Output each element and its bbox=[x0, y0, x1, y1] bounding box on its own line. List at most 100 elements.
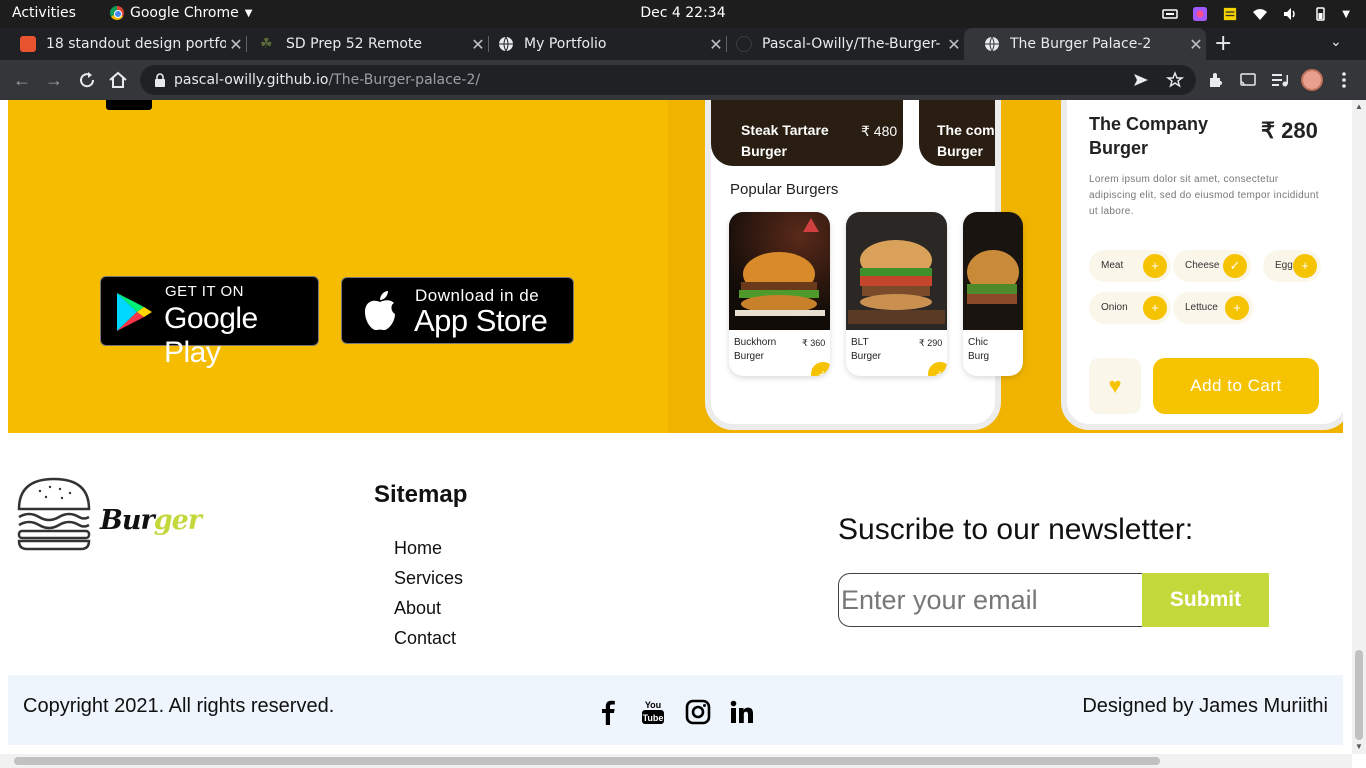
globe-icon bbox=[985, 36, 999, 52]
tab-burger-palace[interactable]: The Burger Palace-2 ✕ bbox=[964, 28, 1206, 60]
add-icon: + bbox=[1225, 296, 1249, 320]
site-logo[interactable]: Burger bbox=[16, 477, 202, 551]
lock-icon[interactable] bbox=[154, 73, 166, 87]
horizontal-scroll-thumb[interactable] bbox=[14, 757, 1160, 765]
sitemap-link-contact[interactable]: Contact bbox=[394, 628, 463, 658]
extensions-icon[interactable] bbox=[1206, 70, 1226, 90]
back-button[interactable]: ← bbox=[10, 68, 34, 92]
burger-price: ₹ 360 bbox=[802, 338, 826, 348]
chevron-down-icon: ▼ bbox=[1342, 8, 1350, 20]
burger-item-card[interactable]: Chic Burg bbox=[963, 212, 1023, 376]
linkedin-icon[interactable] bbox=[729, 699, 755, 725]
horizontal-scrollbar[interactable] bbox=[0, 754, 1352, 768]
popular-burgers-heading: Popular Burgers bbox=[730, 181, 839, 198]
heading-remnant bbox=[106, 100, 152, 110]
sitemap-link-about[interactable]: About bbox=[394, 598, 463, 628]
new-tab-button[interactable]: + bbox=[1214, 31, 1232, 56]
ingredient-chip-lettuce[interactable]: Lettuce + bbox=[1173, 292, 1253, 324]
newsletter-heading: Suscribe to our newsletter: bbox=[838, 513, 1194, 546]
google-play-small-text: GET IT ON bbox=[165, 283, 244, 300]
address-bar[interactable]: pascal-owilly.github.io/The-Burger-palac… bbox=[140, 65, 1196, 95]
burger-detail-price: ₹ 280 bbox=[1261, 118, 1318, 143]
media-control-icon[interactable] bbox=[1270, 70, 1290, 90]
app-promo-section: GET IT ON Google Play Download in de App… bbox=[8, 100, 1343, 433]
scroll-up-arrow[interactable]: ▲ bbox=[1355, 102, 1363, 111]
battery-icon bbox=[1316, 7, 1326, 21]
scroll-down-arrow[interactable]: ▼ bbox=[1355, 742, 1363, 751]
ingredient-chip-onion[interactable]: Onion + bbox=[1089, 292, 1171, 324]
burger-detail-description: Lorem ipsum dolor sit amet, consectetur … bbox=[1089, 174, 1319, 217]
svg-text:You: You bbox=[645, 700, 661, 710]
add-icon[interactable]: + bbox=[928, 362, 947, 376]
favorite-button[interactable]: ♥ bbox=[1089, 358, 1141, 414]
forward-button[interactable]: → bbox=[42, 68, 66, 92]
burger-item-card[interactable]: Buckhorn Burger ₹ 360 + bbox=[729, 212, 830, 376]
sitemap-link-home[interactable]: Home bbox=[394, 538, 463, 568]
google-play-icon bbox=[117, 293, 152, 331]
menu-icon[interactable] bbox=[1334, 70, 1354, 90]
tab-design-portfolios[interactable]: 18 standout design portfo ✕ bbox=[0, 28, 246, 60]
burger-photo bbox=[963, 212, 1023, 330]
add-icon[interactable]: + bbox=[811, 362, 830, 376]
notes-icon bbox=[1224, 7, 1237, 21]
ingredient-chip-egg[interactable]: Egg + bbox=[1263, 250, 1321, 282]
cast-icon[interactable] bbox=[1238, 70, 1258, 90]
card-price: ₹ 480 bbox=[861, 123, 898, 139]
phone-mockup-detail: The Company Burger ₹ 280 Lorem ipsum dol… bbox=[1061, 100, 1343, 430]
ingredient-chip-cheese[interactable]: Cheese ✓ bbox=[1173, 250, 1251, 282]
check-icon: ✓ bbox=[1223, 254, 1247, 278]
system-tray[interactable]: ▼ bbox=[1162, 4, 1350, 24]
featured-burger-card: Steak Tartare Burger ₹ 480 bbox=[711, 100, 903, 166]
star-icon[interactable] bbox=[1166, 71, 1184, 89]
reload-icon[interactable] bbox=[75, 68, 99, 92]
email-field[interactable] bbox=[838, 573, 1142, 627]
burger-photo bbox=[846, 212, 947, 330]
favicon-icon: ☘ bbox=[260, 36, 273, 52]
vertical-scroll-thumb[interactable] bbox=[1355, 650, 1363, 740]
github-icon bbox=[736, 36, 752, 52]
card-title: The com Burger bbox=[937, 122, 995, 159]
facebook-icon[interactable] bbox=[595, 699, 621, 725]
copyright-text: Copyright 2021. All rights reserved. bbox=[23, 695, 335, 717]
burger-illustration bbox=[967, 250, 1019, 304]
globe-icon bbox=[499, 36, 513, 52]
google-play-button[interactable]: GET IT ON Google Play bbox=[100, 276, 319, 369]
tab-title: My Portfolio bbox=[524, 36, 607, 52]
sitemap-link-services[interactable]: Services bbox=[394, 568, 463, 598]
instagram-icon[interactable] bbox=[685, 699, 711, 725]
tab-title: The Burger Palace-2 bbox=[1010, 36, 1152, 52]
send-icon[interactable] bbox=[1132, 71, 1150, 89]
svg-text:Tube: Tube bbox=[643, 713, 664, 723]
vertical-scrollbar[interactable]: ▲ ▼ bbox=[1352, 100, 1366, 754]
tab-title: 18 standout design portfo bbox=[46, 36, 226, 52]
burger-item-card[interactable]: BLT Burger ₹ 290 + bbox=[846, 212, 947, 376]
close-icon[interactable]: ✕ bbox=[944, 35, 964, 54]
profile-avatar[interactable] bbox=[1301, 69, 1323, 91]
designer-credit: Designed by James Muriithi bbox=[1082, 695, 1328, 717]
heart-icon: ♥ bbox=[1108, 373, 1122, 398]
featured-burger-card-2: The com Burger bbox=[919, 100, 995, 166]
app-store-big-text: App Store bbox=[414, 303, 548, 338]
tab-sd-prep[interactable]: ☘ SD Prep 52 Remote ✕ bbox=[240, 28, 488, 60]
url-text: pascal-owilly.github.io/The-Burger-palac… bbox=[174, 72, 481, 88]
ingredient-chip-meat[interactable]: Meat + bbox=[1089, 250, 1171, 282]
tab-github-repo[interactable]: Pascal-Owilly/The-Burger- ✕ bbox=[716, 28, 964, 60]
burger-name: Buckhorn Burger bbox=[734, 337, 777, 362]
tab-title: SD Prep 52 Remote bbox=[286, 36, 422, 52]
burger-detail-title: The Company Burger bbox=[1089, 114, 1209, 158]
close-icon[interactable]: ✕ bbox=[1186, 35, 1206, 54]
home-icon[interactable] bbox=[106, 68, 130, 92]
phone-mockup-menu: Steak Tartare Burger ₹ 480 The com Burge… bbox=[705, 100, 1023, 430]
app-store-button[interactable]: Download in de App Store bbox=[341, 277, 574, 344]
youtube-icon[interactable]: You Tube bbox=[640, 699, 666, 725]
add-icon: + bbox=[1143, 254, 1167, 278]
submit-button[interactable]: Submit bbox=[1142, 573, 1269, 627]
tab-search-button[interactable]: ⌄ bbox=[1330, 34, 1342, 50]
clock[interactable]: Dec 4 22:34 bbox=[0, 5, 1366, 21]
wifi-icon bbox=[1253, 9, 1268, 20]
tab-my-portfolio[interactable]: My Portfolio ✕ bbox=[478, 28, 726, 60]
add-to-cart-button[interactable]: Add to Cart bbox=[1153, 358, 1319, 414]
system-top-bar: Activities Google Chrome ▼ Dec 4 22:34 ▼ bbox=[0, 0, 1366, 28]
burger-photo bbox=[729, 212, 830, 330]
burger-price: ₹ 290 bbox=[919, 338, 943, 348]
